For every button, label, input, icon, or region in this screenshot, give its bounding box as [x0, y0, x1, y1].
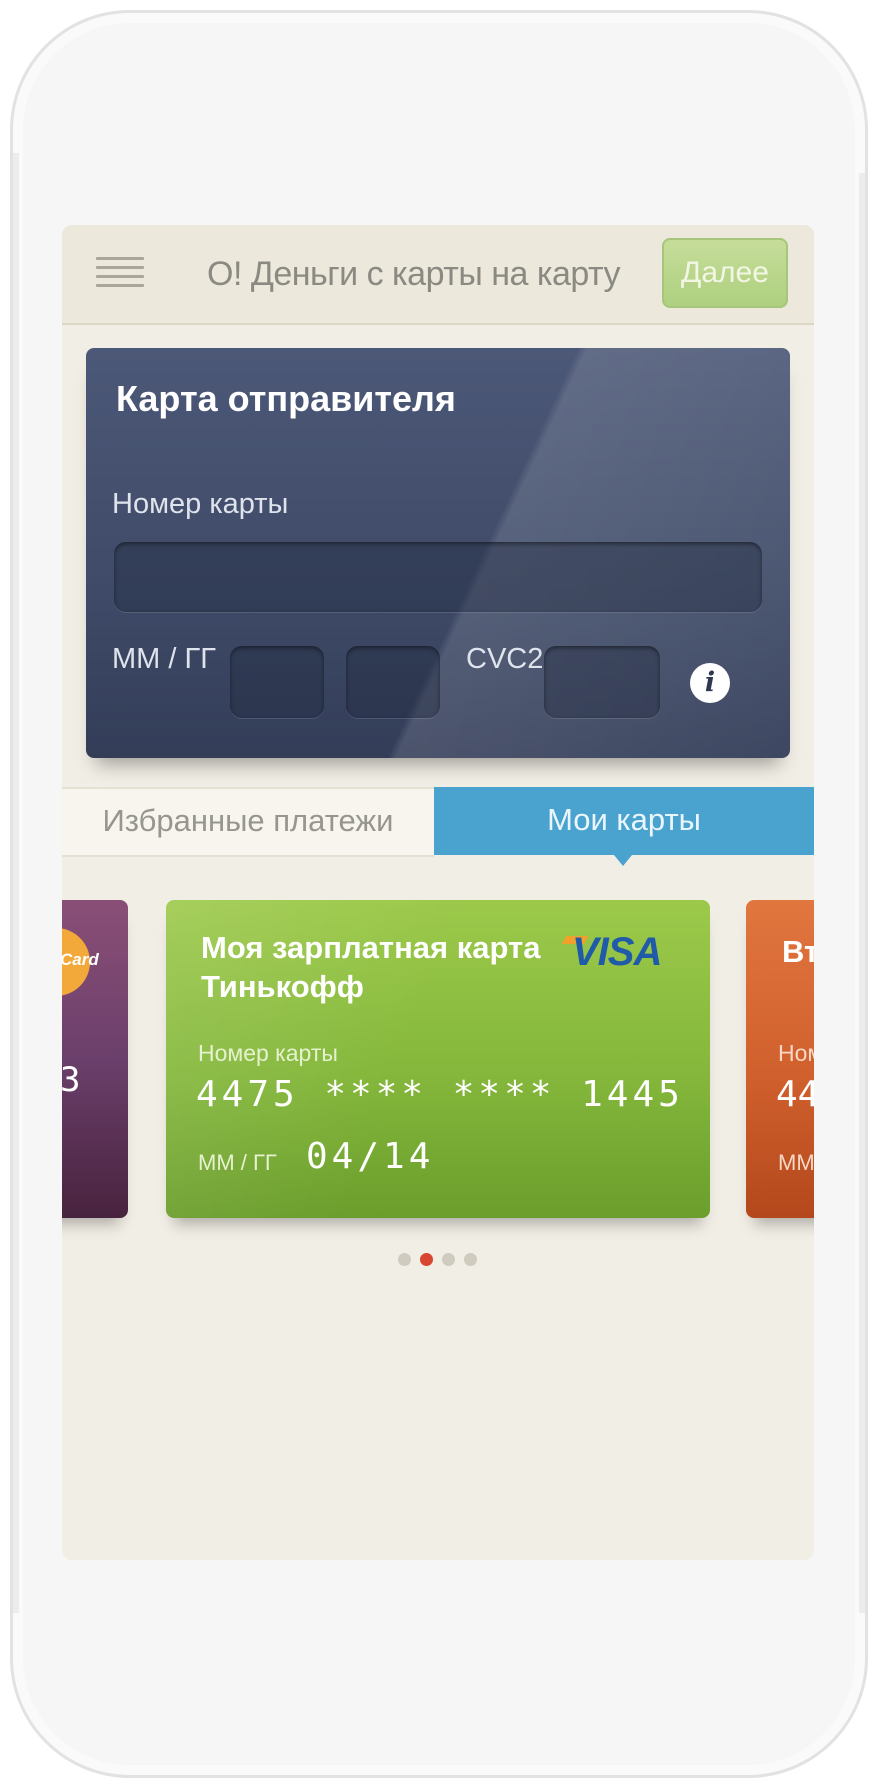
- card-number-label: Номер карты: [198, 1040, 338, 1066]
- card-number-fragment: 3: [62, 1060, 81, 1100]
- pagination-dot[interactable]: [442, 1253, 455, 1266]
- cvc-input[interactable]: [544, 646, 660, 718]
- app-screen: О! Деньги с карты на карту Далее Карта о…: [62, 225, 814, 1560]
- tab-favorite-payments[interactable]: Избранные платежи: [62, 787, 434, 857]
- card-number-label: Номер карты: [112, 488, 289, 520]
- tab-bar: Избранные платежи Мои карты: [62, 787, 814, 857]
- pagination-dot[interactable]: [464, 1253, 477, 1266]
- phone-edge-left: [13, 153, 19, 1613]
- card-number-fragment: 44: [776, 1074, 814, 1115]
- expiry-label: ММ / ГГ: [112, 643, 216, 675]
- expiry-year-input[interactable]: [346, 646, 440, 718]
- card-mastercard-partial[interactable]: Card 3: [62, 900, 128, 1218]
- card-name: Моя зарплатная карта Тинькофф: [201, 930, 541, 1004]
- pagination-dot[interactable]: [398, 1253, 411, 1266]
- card-number-label-fragment: Ном: [778, 1040, 814, 1066]
- mastercard-logo-text: Card: [62, 950, 99, 969]
- card-expiry-label-fragment: ММ: [778, 1150, 814, 1175]
- visa-logo: VISA: [572, 930, 662, 974]
- top-bar: О! Деньги с карты на карту Далее: [62, 225, 814, 325]
- hamburger-menu-icon[interactable]: [96, 257, 144, 291]
- pagination-dot-active[interactable]: [420, 1253, 433, 1266]
- sender-card-form: Карта отправителя Номер карты ММ / ГГ CV…: [86, 348, 790, 758]
- card-expiry: 04/14: [306, 1136, 435, 1177]
- phone-edge-right: [859, 173, 865, 1613]
- tab-my-cards[interactable]: Мои карты: [434, 787, 814, 855]
- sender-card-title: Карта отправителя: [116, 378, 456, 419]
- card-name-fragment: Вт: [782, 934, 814, 969]
- card-number: 4475 **** **** 1445: [196, 1074, 684, 1115]
- card-expiry-label: ММ / ГГ: [198, 1150, 277, 1175]
- page-title: О! Деньги с карты на карту: [207, 255, 620, 293]
- card-number-input[interactable]: [114, 542, 762, 612]
- card-orange-partial[interactable]: Вт Ном 44 ММ: [746, 900, 814, 1218]
- card-salary-tinkoff[interactable]: Моя зарплатная карта Тинькофф VISA Номер…: [166, 900, 710, 1218]
- info-icon[interactable]: i: [690, 663, 730, 703]
- expiry-month-input[interactable]: [230, 646, 324, 718]
- next-button[interactable]: Далее: [662, 238, 788, 308]
- cvc-label: CVC2: [466, 643, 544, 675]
- active-tab-pointer: [614, 855, 632, 866]
